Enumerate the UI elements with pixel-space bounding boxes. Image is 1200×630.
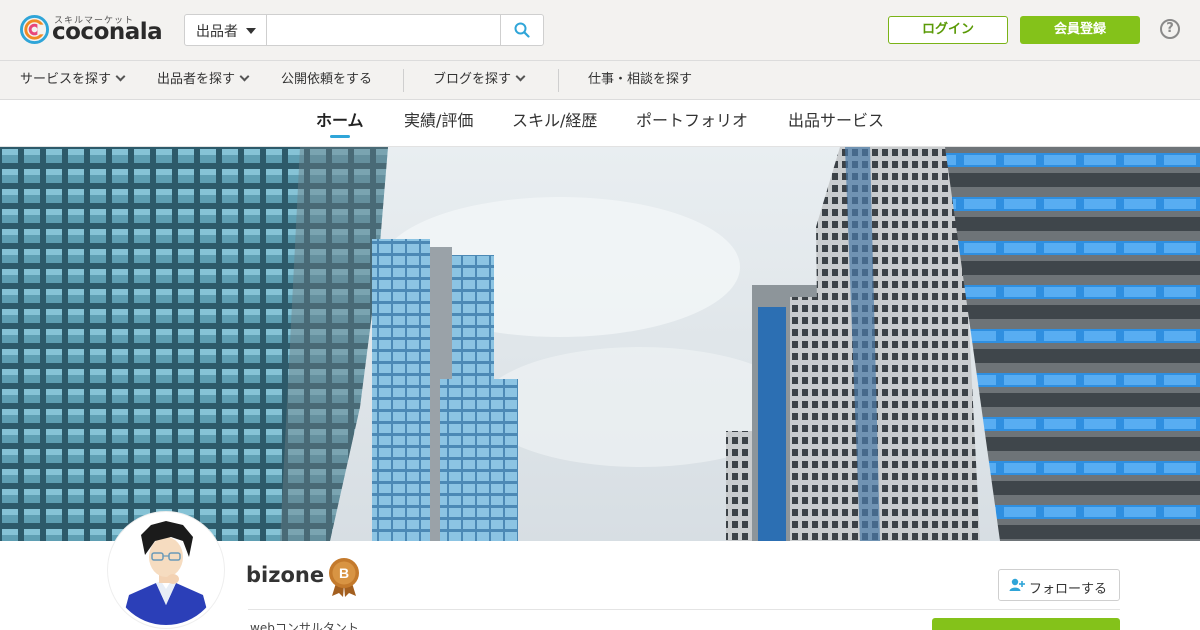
nav-item-post-request[interactable]: 公開依頼をする — [281, 61, 372, 99]
profile-divider — [248, 609, 1120, 610]
nav-divider — [403, 69, 404, 92]
caret-down-icon — [246, 28, 256, 34]
cover-image — [0, 147, 1200, 541]
nav-item-label: 公開依頼をする — [281, 72, 373, 87]
help-icon[interactable]: ? — [1160, 19, 1180, 39]
avatar-illustration — [111, 515, 221, 625]
nav-item-find-blogs[interactable]: ブログを探す — [433, 61, 526, 99]
follow-button-label: フォローする — [1029, 582, 1108, 597]
tab-label: スキル/経歴 — [512, 111, 598, 130]
nav-divider — [558, 69, 559, 92]
avatar[interactable] — [108, 512, 224, 628]
username: bizone — [246, 563, 325, 587]
register-button[interactable]: 会員登録 — [1020, 16, 1140, 44]
site-logo[interactable]: スキルマーケット coconala — [20, 13, 170, 49]
profile-tabs: ホーム 実績/評価 スキル/経歴 ポートフォリオ 出品サービス — [0, 100, 1200, 147]
nav-item-find-services[interactable]: サービスを探す — [20, 61, 126, 99]
tab-skills-career[interactable]: スキル/経歴 — [512, 100, 597, 146]
site-header: スキルマーケット coconala 出品者 ログイン 会員登録 ? — [0, 0, 1200, 61]
add-user-icon — [1009, 578, 1025, 591]
tab-label: ホーム — [316, 111, 364, 130]
chevron-down-icon — [239, 71, 250, 82]
search-input[interactable] — [267, 15, 501, 45]
consult-button[interactable] — [932, 618, 1120, 630]
nav-item-label: 仕事・相談を探す — [588, 72, 693, 87]
tab-label: 出品サービス — [788, 111, 885, 130]
rank-badge-letter: B — [339, 565, 349, 581]
search-icon — [514, 22, 530, 38]
logo-wordmark: coconala — [52, 19, 163, 45]
profile-tagline: webコンサルタント — [250, 621, 359, 630]
active-tab-indicator — [329, 135, 350, 138]
tab-label: ポートフォリオ — [636, 111, 749, 130]
tab-home[interactable]: ホーム — [316, 100, 364, 146]
rank-badge-icon: B — [329, 558, 359, 597]
category-nav: サービスを探す 出品者を探す 公開依頼をする ブログを探す 仕事・相談を探す — [0, 61, 1200, 100]
tab-label: 実績/評価 — [404, 111, 474, 130]
follow-button[interactable]: フォローする — [998, 569, 1120, 601]
search-scope-select[interactable]: 出品者 — [185, 15, 267, 45]
tab-results-reviews[interactable]: 実績/評価 — [404, 100, 473, 146]
nav-item-label: ブログを探す — [433, 72, 512, 87]
nav-item-label: 出品者を探す — [157, 72, 236, 87]
nav-item-find-jobs[interactable]: 仕事・相談を探す — [588, 61, 692, 99]
tab-portfolio[interactable]: ポートフォリオ — [636, 100, 748, 146]
search-button[interactable] — [500, 15, 543, 45]
login-button[interactable]: ログイン — [888, 16, 1008, 44]
chevron-down-icon — [115, 71, 126, 82]
chevron-down-icon — [515, 71, 526, 82]
search-bar: 出品者 — [184, 14, 544, 46]
coconala-logo-icon — [20, 15, 49, 44]
search-scope-label: 出品者 — [196, 24, 238, 40]
nav-item-find-sellers[interactable]: 出品者を探す — [157, 61, 250, 99]
nav-item-label: サービスを探す — [20, 72, 112, 87]
tab-listed-services[interactable]: 出品サービス — [788, 100, 884, 146]
